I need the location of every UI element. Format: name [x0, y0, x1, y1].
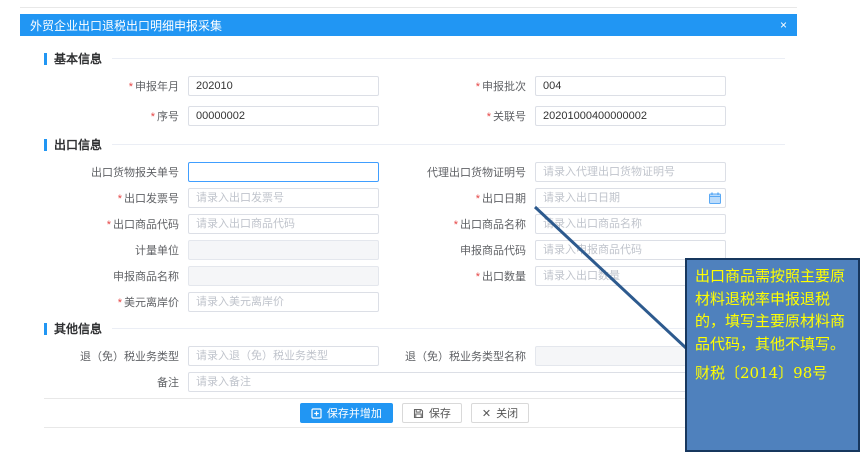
required-asterisk: * — [476, 193, 480, 205]
required-asterisk: * — [487, 111, 491, 123]
section-divider — [112, 58, 785, 59]
save-button[interactable]: 保存 — [402, 403, 462, 423]
agent-export-cert-no-label: 代理出口货物证明号 — [427, 167, 526, 179]
section-accent-bar — [44, 53, 47, 65]
modal-titlebar: 外贸企业出口退税出口明细申报采集 × — [20, 14, 797, 36]
field-export-quantity: *出口数量 — [379, 266, 726, 286]
section-other-info: 其他信息 — [44, 320, 785, 337]
field-usd-fob-price: *美元离岸价 — [44, 292, 379, 312]
field-relation-no: *关联号 — [379, 106, 726, 126]
export-commodity-code-input[interactable] — [188, 214, 379, 234]
top-divider — [20, 7, 797, 8]
annotation-reference: 财税〔2014〕98号 — [695, 362, 850, 385]
modal-title: 外贸企业出口退税出口明细申报采集 — [30, 17, 222, 34]
section-title: 其他信息 — [54, 320, 102, 337]
save-label: 保存 — [429, 405, 451, 421]
section-accent-bar — [44, 323, 47, 335]
section-accent-bar — [44, 139, 47, 151]
declaration-modal: 外贸企业出口退税出口明细申报采集 × 基本信息 *申报年月 *申报批次 — [20, 14, 797, 428]
declare-commodity-code-label: 申报商品代码 — [460, 245, 526, 257]
remark-input[interactable] — [188, 372, 724, 392]
required-asterisk: * — [107, 219, 111, 231]
relation-no-input[interactable] — [535, 106, 726, 126]
close-icon[interactable]: × — [780, 19, 787, 31]
field-export-invoice-no: *出口发票号 — [44, 188, 379, 208]
export-invoice-no-input[interactable] — [188, 188, 379, 208]
export-invoice-no-label: 出口发票号 — [124, 193, 179, 205]
declare-batch-label: 申报批次 — [482, 81, 526, 93]
field-remark: 备注 — [44, 372, 724, 392]
export-commodity-code-label: 出口商品代码 — [113, 219, 179, 231]
field-export-commodity-code: *出口商品代码 — [44, 214, 379, 234]
field-unit: 计量单位 — [44, 240, 379, 260]
relation-no-label: 关联号 — [493, 111, 526, 123]
serial-no-label: 序号 — [157, 111, 179, 123]
save-plus-icon — [311, 408, 322, 419]
declare-batch-input[interactable] — [535, 76, 726, 96]
tax-business-type-label: 退（免）税业务类型 — [80, 351, 179, 363]
field-export-date: *出口日期 — [379, 188, 726, 208]
annotation-note: 出口商品需按照主要原材料退税率申报退税的，填写主要原材料商品代码，其他不填写。 … — [685, 258, 860, 452]
required-asterisk: * — [454, 219, 458, 231]
usd-fob-price-input[interactable] — [188, 292, 379, 312]
customs-declaration-no-label: 出口货物报关单号 — [91, 167, 179, 179]
section-title: 基本信息 — [54, 50, 102, 67]
section-title: 出口信息 — [54, 136, 102, 153]
save-icon — [413, 408, 424, 419]
page: 外贸企业出口退税出口明细申报采集 × 基本信息 *申报年月 *申报批次 — [0, 0, 867, 465]
required-asterisk: * — [118, 193, 122, 205]
declare-month-label: 申报年月 — [135, 81, 179, 93]
tax-business-type-name-label: 退（免）税业务类型名称 — [405, 351, 526, 363]
declare-commodity-name-label: 申报商品名称 — [113, 271, 179, 283]
section-divider — [112, 144, 785, 145]
export-date-label: 出口日期 — [482, 193, 526, 205]
field-declare-batch: *申报批次 — [379, 76, 726, 96]
required-asterisk: * — [129, 81, 133, 93]
field-declare-commodity-code: 申报商品代码 — [379, 240, 726, 260]
declare-month-input[interactable] — [188, 76, 379, 96]
remark-label: 备注 — [157, 377, 179, 389]
close-label: 关闭 — [496, 405, 518, 421]
field-tax-business-type: 退（免）税业务类型 — [44, 346, 379, 366]
export-commodity-name-label: 出口商品名称 — [460, 219, 526, 231]
field-tax-business-type-name: 退（免）税业务类型名称 — [379, 346, 726, 366]
save-and-add-label: 保存并增加 — [327, 405, 382, 421]
field-customs-declaration-no: 出口货物报关单号 — [44, 162, 379, 182]
customs-declaration-no-input[interactable] — [188, 162, 379, 182]
required-asterisk: * — [151, 111, 155, 123]
close-button[interactable]: ✕ 关闭 — [471, 403, 529, 423]
field-export-commodity-name: *出口商品名称 — [379, 214, 726, 234]
close-x-icon: ✕ — [482, 407, 491, 420]
calendar-icon[interactable] — [709, 192, 721, 204]
required-asterisk: * — [476, 81, 480, 93]
export-date-input[interactable] — [535, 188, 726, 208]
section-basic-info: 基本信息 — [44, 50, 785, 67]
export-commodity-name-input[interactable] — [535, 214, 726, 234]
export-quantity-label: 出口数量 — [482, 271, 526, 283]
unit-input — [188, 240, 379, 260]
unit-label: 计量单位 — [135, 245, 179, 257]
field-agent-export-cert-no: 代理出口货物证明号 — [379, 162, 726, 182]
required-asterisk: * — [476, 271, 480, 283]
tax-business-type-input[interactable] — [188, 346, 379, 366]
field-declare-commodity-name: 申报商品名称 — [44, 266, 379, 286]
modal-content: 基本信息 *申报年月 *申报批次 *序号 *关联号 — [20, 36, 797, 428]
declare-commodity-name-input — [188, 266, 379, 286]
field-declare-month: *申报年月 — [44, 76, 379, 96]
serial-no-input[interactable] — [188, 106, 379, 126]
usd-fob-price-label: 美元离岸价 — [124, 297, 179, 309]
section-export-info: 出口信息 — [44, 136, 785, 153]
declare-commodity-code-input[interactable] — [535, 240, 726, 260]
annotation-text: 出口商品需按照主要原材料退税率申报退税的，填写主要原材料商品代码，其他不填写。 — [695, 265, 850, 355]
agent-export-cert-no-input[interactable] — [535, 162, 726, 182]
save-and-add-button[interactable]: 保存并增加 — [300, 403, 393, 423]
field-serial-no: *序号 — [44, 106, 379, 126]
required-asterisk: * — [118, 297, 122, 309]
modal-footer: 保存并增加 保存 ✕ 关闭 — [44, 398, 785, 428]
